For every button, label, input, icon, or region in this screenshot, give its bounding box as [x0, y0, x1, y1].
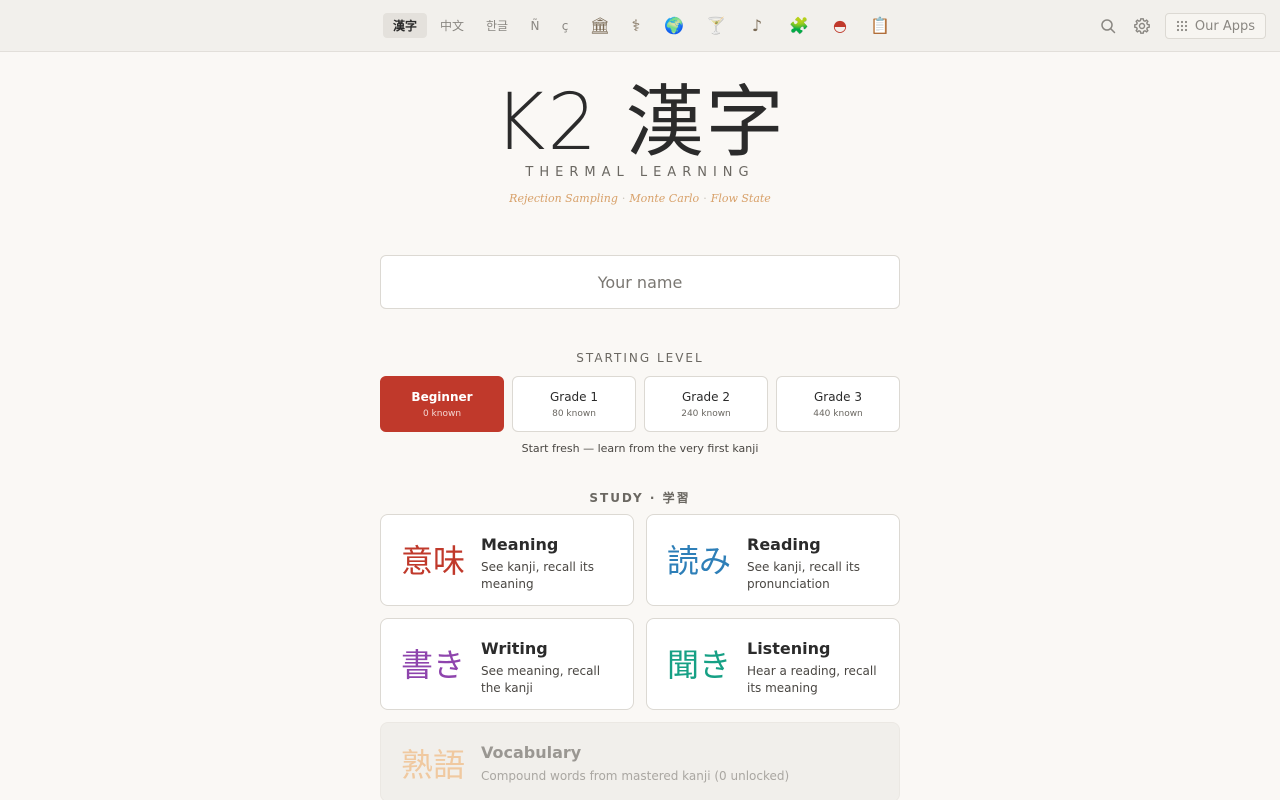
level-count: 240 known	[681, 408, 731, 419]
study-card-listening[interactable]: 聞き Listening Hear a reading, recall its …	[646, 618, 900, 710]
pokeball-icon[interactable]: ◓	[817, 13, 863, 38]
name-input[interactable]	[380, 255, 900, 309]
study-card-meaning[interactable]: 意味 Meaning See kanji, recall its meaning	[380, 514, 634, 606]
card-title: Listening	[747, 639, 831, 658]
tab-spanish[interactable]: Ñ	[517, 13, 553, 38]
study-card-writing[interactable]: 書き Writing See meaning, recall the kanji	[380, 618, 634, 710]
card-title: Writing	[481, 639, 548, 658]
study-card-reading[interactable]: 読み Reading See kanji, recall its pronunc…	[646, 514, 900, 606]
card-glyph: 読み	[667, 542, 732, 580]
tag-separator: ·	[703, 192, 707, 205]
caduceus-icon[interactable]: ⚕	[623, 13, 649, 38]
tag-rejection-sampling: Rejection Sampling	[509, 192, 618, 205]
study-label: STUDY · 学習	[589, 491, 691, 505]
level-grade-3-button[interactable]: Grade 3 440 known	[776, 376, 900, 432]
clipboard-icon[interactable]: 📋	[863, 13, 897, 38]
tab-kanji[interactable]: 漢字	[383, 13, 427, 38]
card-title: Reading	[747, 535, 821, 554]
level-name: Grade 1	[549, 389, 599, 404]
level-grade-1-button[interactable]: Grade 1 80 known	[512, 376, 636, 432]
study-card-vocabulary: 熟語 Vocabulary Compound words from master…	[380, 722, 900, 800]
level-count: 440 known	[813, 408, 863, 419]
level-grade-2-button[interactable]: Grade 2 240 known	[644, 376, 768, 432]
card-title: Vocabulary	[481, 743, 582, 762]
card-description: Compound words from mastered kanji (0 un…	[481, 769, 790, 783]
hero-tags: Rejection Sampling · Monte Carlo · Flow Stat…	[0, 192, 1280, 205]
level-selector: Beginner 0 known Grade 1 80 known Grade …	[380, 376, 900, 432]
card-description: Hear a reading, recall its meaning	[747, 664, 877, 695]
app-subtitle: THERMAL LEARNING	[525, 165, 755, 180]
tab-french[interactable]: ç	[553, 13, 577, 38]
card-description: See kanji, recall its meaning	[481, 560, 594, 591]
puzzle-icon[interactable]: 🧩	[781, 13, 817, 38]
grid-icon	[1176, 20, 1188, 32]
toolbar-right: Our Apps	[1097, 13, 1266, 39]
card-title: Meaning	[481, 535, 559, 554]
our-apps-label: Our Apps	[1194, 18, 1255, 34]
level-count: 80 known	[552, 408, 596, 419]
tab-korean[interactable]: 한글	[477, 13, 517, 38]
level-name: Grade 3	[813, 389, 863, 404]
tab-chinese[interactable]: 中文	[427, 13, 477, 38]
card-glyph: 意味	[401, 542, 466, 580]
level-beginner-button[interactable]: Beginner 0 known	[380, 376, 504, 432]
search-icon[interactable]	[1097, 15, 1119, 37]
app-tabs: 漢字 中文 한글 Ñ ç 🏛 ⚕ 🌍 🍸 ♪ 🧩 ◓ 📋	[383, 13, 897, 38]
tag-separator: ·	[621, 192, 626, 205]
level-name: Beginner	[411, 389, 473, 404]
card-description: See meaning, recall the kanji	[481, 664, 601, 695]
level-description: Start fresh — learn from the very first …	[521, 442, 759, 455]
tag-flow-state: Flow State	[710, 192, 771, 205]
card-description: See kanji, recall its pronunciation	[747, 560, 860, 591]
gear-icon[interactable]	[1131, 15, 1153, 37]
tag-monte-carlo: Monte Carlo	[629, 192, 700, 205]
card-glyph: 熟語	[401, 746, 466, 784]
bank-icon[interactable]: 🏛	[577, 13, 623, 38]
globe-icon[interactable]: 🌍	[649, 13, 699, 38]
music-note-icon[interactable]: ♪	[733, 13, 781, 38]
level-count: 0 known	[422, 408, 462, 419]
our-apps-button[interactable]: Our Apps	[1164, 13, 1266, 39]
top-bar: 漢字 中文 한글 Ñ ç 🏛 ⚕ 🌍 🍸 ♪ 🧩 ◓ 📋 Our Apps	[0, 0, 1280, 52]
card-glyph: 聞き	[667, 646, 732, 684]
starting-level-label: STARTING LEVEL	[576, 351, 704, 365]
app-title: K2 漢字	[494, 78, 786, 168]
level-name: Grade 2	[681, 389, 731, 404]
cocktail-icon[interactable]: 🍸	[699, 13, 733, 38]
card-glyph: 書き	[401, 646, 466, 684]
